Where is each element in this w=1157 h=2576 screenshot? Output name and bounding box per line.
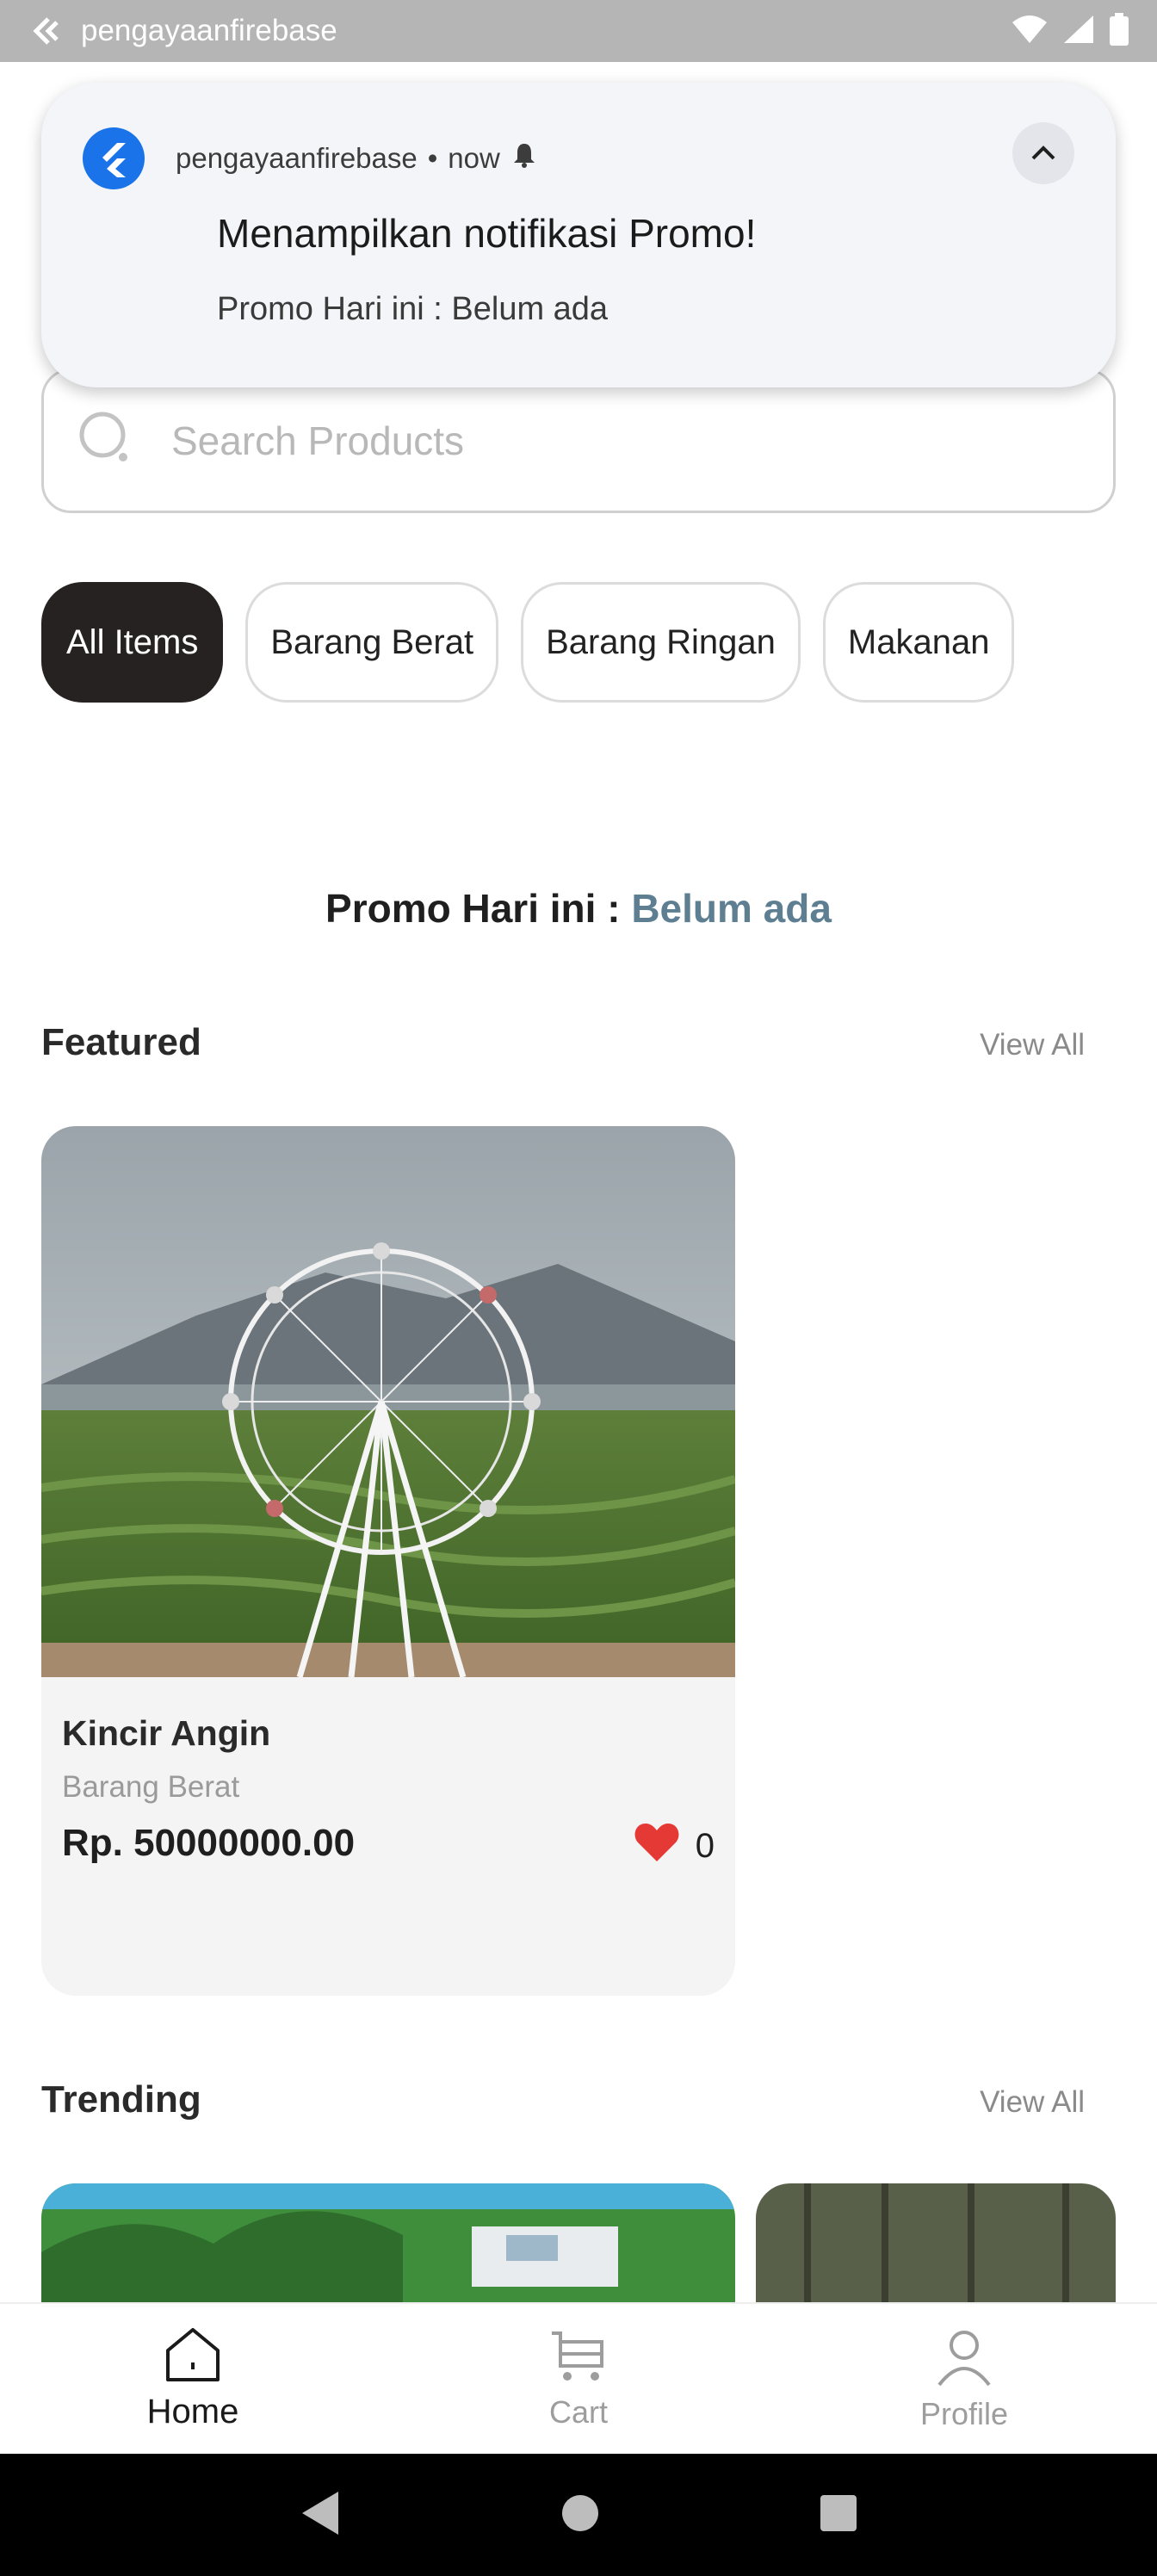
home-icon (163, 2326, 223, 2387)
nav-profile-label: Profile (919, 2395, 1009, 2431)
trending-title: Trending (41, 2078, 201, 2121)
featured-title: Featured (41, 1021, 201, 1063)
status-bar: pengayaanfirebase (0, 0, 1157, 62)
featured-view-all-link[interactable]: View All (980, 1028, 1085, 1062)
promo-text: Promo Hari ini : Belum ada (0, 885, 1157, 932)
signal-icon (1062, 14, 1095, 49)
bell-icon (510, 141, 538, 176)
nav-home[interactable]: Home (64, 2326, 322, 2431)
promo-notification[interactable]: pengayaanfirebase • now Menampilkan noti… (41, 83, 1116, 387)
chip-all-items[interactable]: All Items (41, 582, 224, 703)
nav-cart-label: Cart (548, 2393, 608, 2430)
notification-title: Menampilkan notifikasi Promo! (217, 211, 757, 256)
search-placeholder: Search Products (171, 418, 465, 463)
category-chips: All Items Barang Berat Barang Ringan Mak… (41, 582, 1015, 703)
nav-profile[interactable]: Profile (835, 2326, 1093, 2432)
notification-app-name: pengayaanfirebase (176, 142, 418, 174)
promo-value: Belum ada (631, 886, 832, 931)
notification-meta: pengayaanfirebase • now (176, 133, 538, 184)
search-icon (77, 409, 137, 474)
status-icons (1011, 12, 1129, 50)
bottom-navigation: Home Cart Profile (0, 2302, 1157, 2454)
status-app-name: pengayaanfirebase (81, 14, 337, 47)
product-price: Rp. 50000000.00 (62, 1822, 356, 1864)
chevron-up-icon[interactable] (1012, 122, 1074, 184)
promo-label: Promo Hari ini : (325, 886, 632, 931)
product-image (41, 1126, 735, 1678)
like-control[interactable]: 0 (634, 1820, 715, 1872)
notification-time: now (448, 142, 500, 174)
heart-icon[interactable] (634, 1820, 680, 1872)
system-recents-icon[interactable] (819, 2493, 858, 2537)
product-category: Barang Berat (62, 1770, 240, 1804)
system-navigation-bar (0, 2454, 1157, 2576)
system-home-icon[interactable] (560, 2493, 600, 2537)
chip-barang-berat[interactable]: Barang Berat (245, 582, 499, 703)
nav-cart[interactable]: Cart (449, 2328, 708, 2430)
like-count: 0 (695, 1826, 715, 1865)
cart-icon (548, 2328, 609, 2389)
chip-barang-ringan[interactable]: Barang Ringan (521, 582, 801, 703)
system-back-icon[interactable] (299, 2490, 342, 2541)
trending-view-all-link[interactable]: View All (980, 2085, 1085, 2120)
notification-separator: • (427, 142, 438, 174)
search-input[interactable]: Search Products (41, 368, 1116, 513)
battery-icon (1109, 12, 1129, 50)
flutter-logo-icon (83, 127, 145, 189)
notification-body: Promo Hari ini : Belum ada (217, 291, 609, 327)
product-name: Kincir Angin (62, 1713, 271, 1753)
back-arrow-icon[interactable] (28, 14, 62, 48)
nav-home-label: Home (146, 2393, 239, 2430)
chip-makanan[interactable]: Makanan (822, 582, 1015, 703)
profile-icon (934, 2326, 994, 2391)
product-card[interactable]: Kincir Angin Barang Berat Rp. 50000000.0… (41, 1126, 735, 1996)
wifi-icon (1011, 14, 1049, 49)
app-screen: pengayaanfirebase pengayaanfirebase • no… (0, 0, 1157, 2576)
